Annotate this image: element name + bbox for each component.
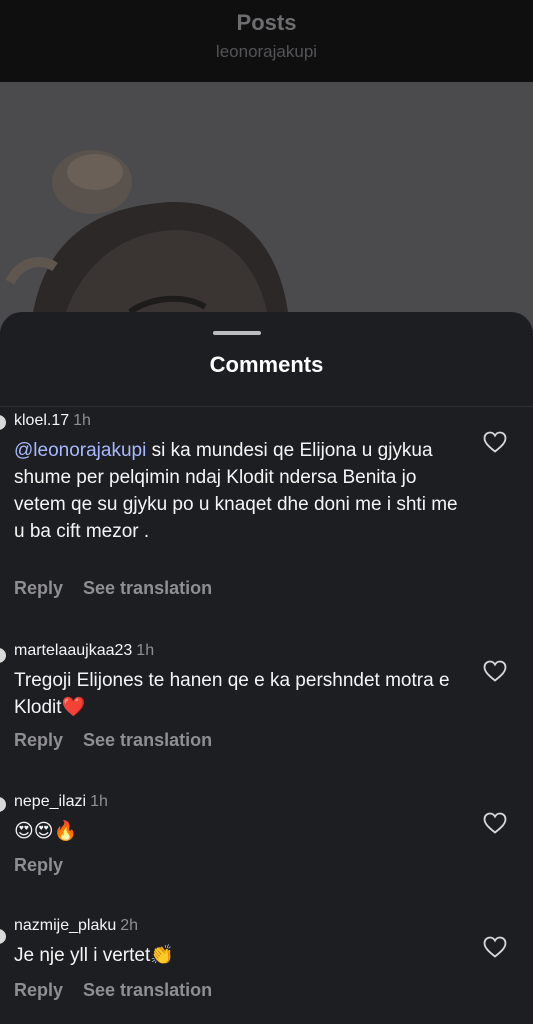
- avatar[interactable]: [0, 415, 6, 430]
- comment-actions: Reply See translation: [14, 578, 212, 599]
- see-translation-button[interactable]: See translation: [83, 578, 212, 598]
- reply-button[interactable]: Reply: [14, 980, 63, 1000]
- comment-meta: nepe_ilazi 1h: [14, 793, 108, 811]
- comment-meta: nazmije_plaku 2h: [14, 917, 138, 935]
- comment-username[interactable]: nazmije_plaku: [14, 917, 116, 934]
- comment-username[interactable]: martelaaujkaa23: [14, 642, 132, 659]
- comment-text: @leonorajakupi si ka mundesi qe Elijona …: [14, 437, 464, 545]
- comment-username[interactable]: kloel.17: [14, 412, 69, 429]
- comment-text: Tregoji Elijones te hanen qe e ka pershn…: [14, 667, 464, 721]
- comment-time: 1h: [90, 793, 108, 810]
- comment-time: 2h: [120, 917, 139, 934]
- post-photo-image: [0, 82, 533, 332]
- post-photo[interactable]: [0, 82, 533, 332]
- heart-icon[interactable]: [483, 812, 507, 834]
- comment-actions: Reply: [14, 855, 63, 876]
- reply-button[interactable]: Reply: [14, 578, 63, 598]
- comment-time: 1h: [73, 412, 91, 429]
- comment-body: Je nje yll i vertet👏: [14, 945, 174, 966]
- page-username: leonorajakupi: [215, 42, 318, 61]
- comments-sheet: Comments kloel.17 1h @leonorajakupi si ka…: [0, 312, 533, 1024]
- avatar[interactable]: [0, 797, 6, 812]
- drag-handle[interactable]: [213, 331, 261, 335]
- divider: [0, 406, 533, 407]
- avatar[interactable]: [0, 648, 6, 663]
- comment-body: Tregoji Elijones te hanen qe e ka pershn…: [14, 670, 450, 718]
- mention-link[interactable]: @leonorajakupi: [14, 440, 146, 461]
- comments-title: Comments: [209, 352, 324, 377]
- comment-time: 1h: [136, 642, 155, 659]
- comment-username[interactable]: nepe_ilazi: [14, 793, 86, 810]
- see-translation-button[interactable]: See translation: [83, 730, 212, 750]
- comment-body: 😍😍🔥: [14, 821, 78, 842]
- comment-meta: martelaaujkaa23 1h: [14, 642, 154, 660]
- heart-icon[interactable]: [483, 431, 507, 453]
- heart-icon[interactable]: [483, 660, 507, 682]
- comment-text: 😍😍🔥: [14, 818, 464, 845]
- comment-meta: kloel.17 1h: [14, 412, 91, 430]
- see-translation-button[interactable]: See translation: [83, 980, 212, 1000]
- comment-actions: Reply See translation: [14, 980, 212, 1001]
- reply-button[interactable]: Reply: [14, 730, 63, 750]
- page-title: Posts: [236, 10, 297, 35]
- reply-button[interactable]: Reply: [14, 855, 63, 875]
- comment-actions: Reply See translation: [14, 730, 212, 751]
- top-bar: Posts leonorajakupi: [0, 0, 533, 82]
- comment-text: Je nje yll i vertet👏: [14, 942, 464, 969]
- avatar[interactable]: [0, 929, 6, 944]
- heart-icon[interactable]: [483, 936, 507, 958]
